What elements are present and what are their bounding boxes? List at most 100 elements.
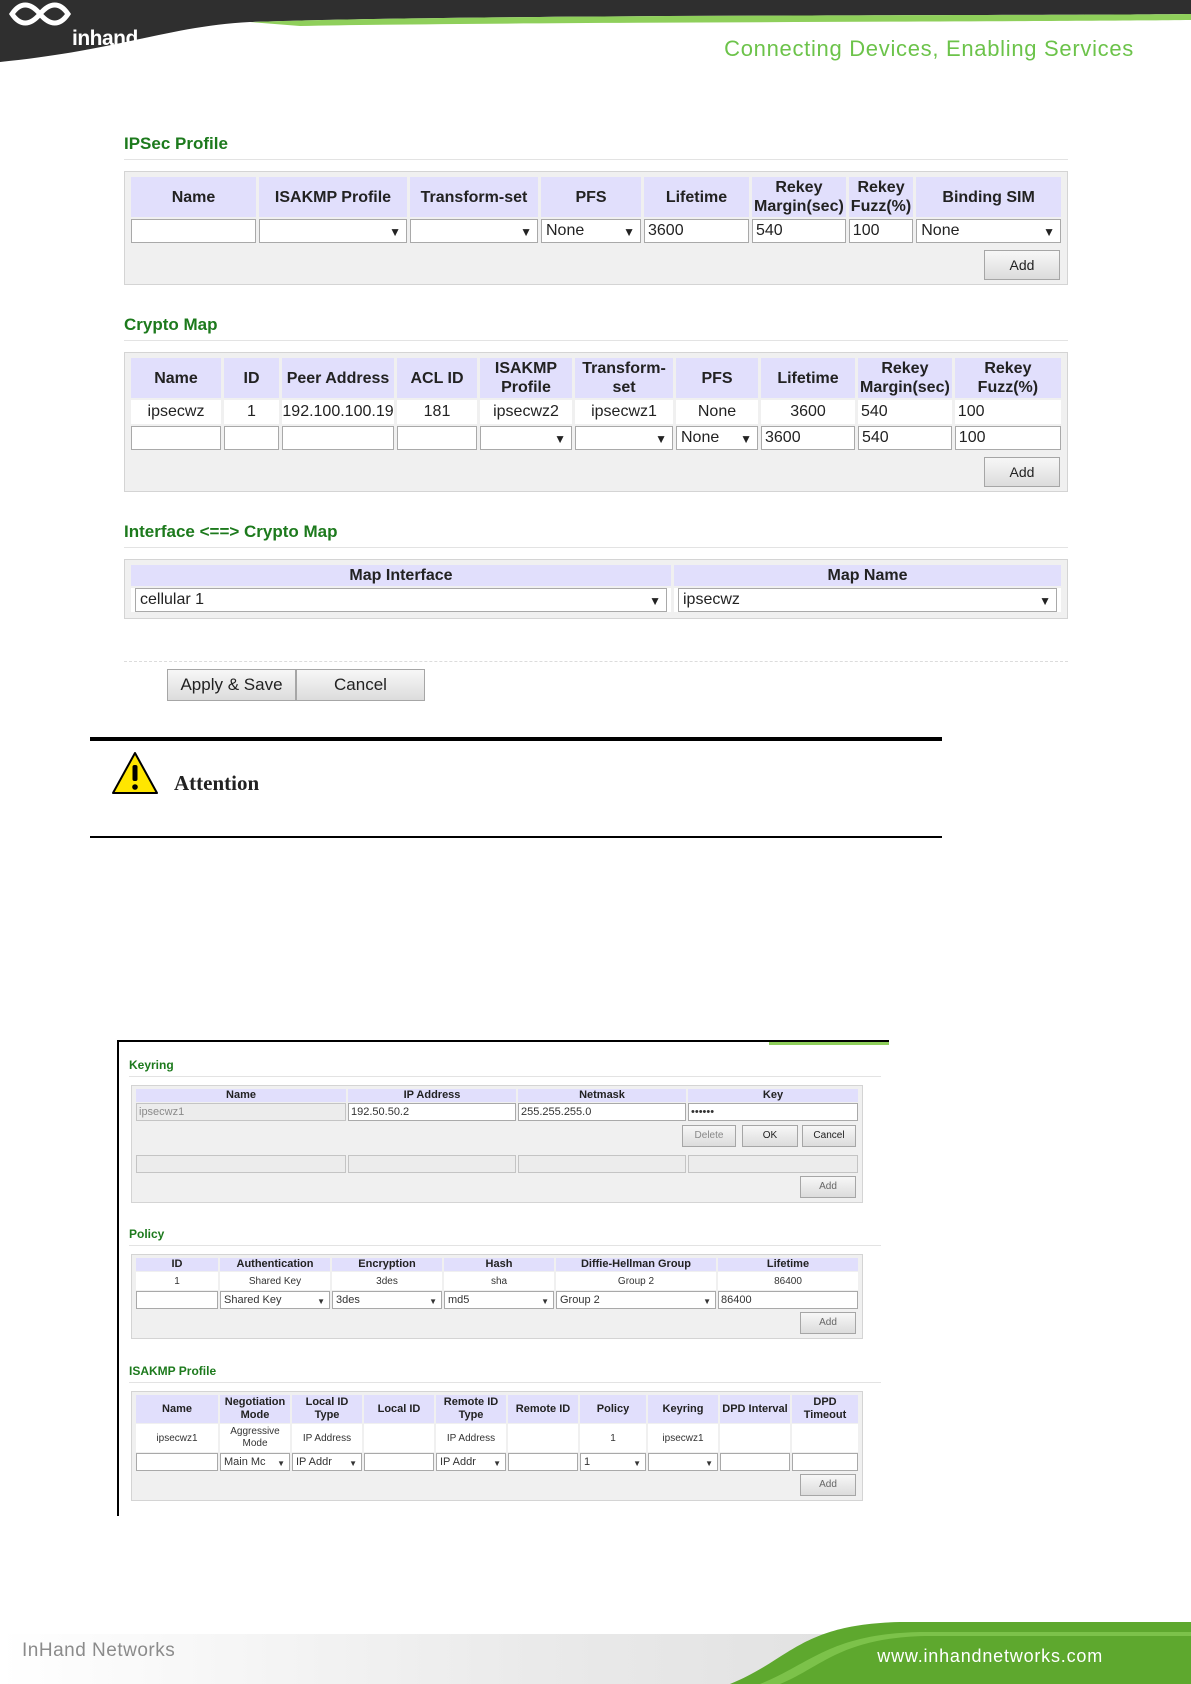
name-input[interactable] [131, 219, 256, 243]
cell-rekey-margin: 540 [858, 400, 952, 424]
lifetime-input[interactable]: 3600 [644, 219, 749, 243]
rekey-margin-input[interactable]: 540 [752, 219, 846, 243]
col-encryption: Encryption [332, 1258, 442, 1271]
col-name: Name [131, 177, 256, 217]
keyring-add-button[interactable]: Add [800, 1176, 856, 1198]
col-keyring: Keyring [648, 1395, 718, 1423]
apply-save-button[interactable]: Apply & Save [167, 669, 296, 701]
policy-select[interactable]: 1 ▼ [580, 1453, 646, 1471]
isakmp-config-screenshot: Keyring Name IP Address Netmask Key ipse… [117, 1040, 889, 1516]
footer-url[interactable]: www.inhandnetworks.com [877, 1646, 1103, 1667]
col-map-name: Map Name [674, 565, 1061, 586]
col-pfs: PFS [541, 177, 641, 217]
remote-id-input[interactable] [508, 1453, 578, 1471]
keyring-cancel-button[interactable]: Cancel [802, 1125, 856, 1147]
cancel-button[interactable]: Cancel [296, 669, 425, 701]
peer-address-input[interactable] [282, 426, 394, 450]
acl-id-input[interactable] [397, 426, 477, 450]
ok-button[interactable]: OK [742, 1125, 798, 1147]
col-policy: Policy [580, 1395, 646, 1423]
dropdown-arrow-icon: ▼ [623, 225, 635, 239]
cell-remote-id-type: IP Address [436, 1424, 506, 1452]
netmask-input[interactable]: 255.255.255.0 [518, 1103, 686, 1121]
pfs-select[interactable]: None ▼ [541, 219, 641, 243]
dropdown-arrow-icon: ▼ [633, 1459, 641, 1468]
policy-lifetime-input[interactable]: 86400 [718, 1291, 858, 1309]
page-header: inhand Connecting Devices, Enabling Serv… [0, 0, 1191, 70]
isakmp-profile-select[interactable]: ▼ [480, 426, 572, 450]
remote-id-type-select[interactable]: IP Addr ▼ [436, 1453, 506, 1471]
dropdown-arrow-icon: ▼ [740, 432, 752, 446]
dpd-timeout-input[interactable] [792, 1453, 858, 1471]
keyring-select[interactable]: ▼ [648, 1453, 718, 1471]
cell-hash: sha [444, 1272, 554, 1290]
local-id-type-select[interactable]: IP Addr ▼ [292, 1453, 362, 1471]
name-input[interactable] [131, 426, 221, 450]
dpd-interval-input[interactable] [720, 1453, 790, 1471]
map-interface-select[interactable]: cellular 1 ▼ [135, 588, 667, 612]
cell-id: 1 [224, 400, 279, 424]
isakmp-profile-title: ISAKMP Profile [129, 1364, 217, 1378]
ipsec-profile-table: Name ISAKMP Profile Transform-set PFS Li… [128, 175, 1064, 245]
local-id-input[interactable] [364, 1453, 434, 1471]
blank-ip-input[interactable] [348, 1155, 516, 1173]
col-local-id: Local ID [364, 1395, 434, 1423]
col-negotiation-mode: Negotiation Mode [220, 1395, 290, 1423]
dropdown-arrow-icon: ▼ [389, 225, 401, 239]
policy-add-button[interactable]: Add [800, 1312, 856, 1334]
cell-local-id-type: IP Address [292, 1424, 362, 1452]
pfs-select[interactable]: None ▼ [676, 426, 758, 450]
isakmp-profile-add-button[interactable]: Add [800, 1474, 856, 1496]
dh-group-select[interactable]: Group 2 ▼ [556, 1291, 716, 1309]
col-name: Name [136, 1089, 346, 1102]
crypto-map-add-button[interactable]: Add [984, 457, 1060, 487]
dropdown-arrow-icon: ▼ [703, 1297, 711, 1306]
dropdown-arrow-icon: ▼ [705, 1459, 713, 1468]
col-lifetime: Lifetime [718, 1258, 858, 1271]
id-input[interactable] [224, 426, 279, 450]
isakmp-profile-select[interactable]: ▼ [259, 219, 407, 243]
col-lifetime: Lifetime [644, 177, 749, 217]
col-rekey-fuzz: Rekey Fuzz(%) [848, 177, 914, 217]
blank-netmask-input[interactable] [518, 1155, 686, 1173]
ipsec-profile-title: IPSec Profile [124, 134, 228, 153]
rekey-fuzz-input[interactable]: 100 [848, 219, 914, 243]
transform-set-select[interactable]: ▼ [410, 219, 538, 243]
blank-name-input[interactable] [136, 1155, 346, 1173]
table-row: 1 Shared Key 3des sha Group 2 86400 [136, 1272, 858, 1290]
isakmp-name-input[interactable] [136, 1453, 218, 1471]
footer-brand: InHand Networks [22, 1640, 176, 1661]
col-peer-address: Peer Address [282, 358, 394, 398]
binding-sim-select[interactable]: None ▼ [916, 219, 1061, 243]
ipsec-config-screenshot: IPSec Profile Name ISAKMP Profile Transf… [124, 134, 1068, 619]
lifetime-input[interactable]: 3600 [761, 426, 855, 450]
delete-button[interactable]: Delete [682, 1125, 736, 1147]
dropdown-arrow-icon: ▼ [649, 594, 661, 608]
blank-key-input[interactable] [688, 1155, 858, 1173]
policy-id-input[interactable] [136, 1291, 218, 1309]
cell-negotiation-mode: Aggressive Mode [220, 1424, 290, 1452]
encryption-select[interactable]: 3des ▼ [332, 1291, 442, 1309]
hash-select[interactable]: md5 ▼ [444, 1291, 554, 1309]
col-binding-sim: Binding SIM [916, 177, 1061, 217]
col-dh-group: Diffie-Hellman Group [556, 1258, 716, 1271]
map-name-select[interactable]: ipsecwz ▼ [678, 588, 1057, 612]
col-name: Name [131, 358, 221, 398]
rekey-fuzz-input[interactable]: 100 [954, 426, 1061, 450]
dropdown-arrow-icon: ▼ [1039, 594, 1051, 608]
transform-set-select[interactable]: ▼ [575, 426, 673, 450]
col-rekey-margin: Rekey Margin(sec) [858, 358, 952, 398]
authentication-select[interactable]: Shared Key ▼ [220, 1291, 330, 1309]
col-local-id-type: Local ID Type [292, 1395, 362, 1423]
cell-peer-address: 192.100.100.19 [282, 400, 394, 424]
cell-transform-set: ipsecwz1 [575, 400, 673, 424]
ipsec-profile-add-button[interactable]: Add [984, 250, 1060, 280]
col-remote-id-type: Remote ID Type [436, 1395, 506, 1423]
ip-address-input[interactable]: 192.50.50.2 [348, 1103, 516, 1121]
negotiation-mode-select[interactable]: Main Mc ▼ [220, 1453, 290, 1471]
cell-dh-group: Group 2 [556, 1272, 716, 1290]
col-dpd-interval: DPD Interval [720, 1395, 790, 1423]
keyring-name-input[interactable]: ipsecwz1 [136, 1103, 346, 1121]
key-input[interactable]: •••••• [688, 1103, 858, 1121]
rekey-margin-input[interactable]: 540 [858, 426, 952, 450]
